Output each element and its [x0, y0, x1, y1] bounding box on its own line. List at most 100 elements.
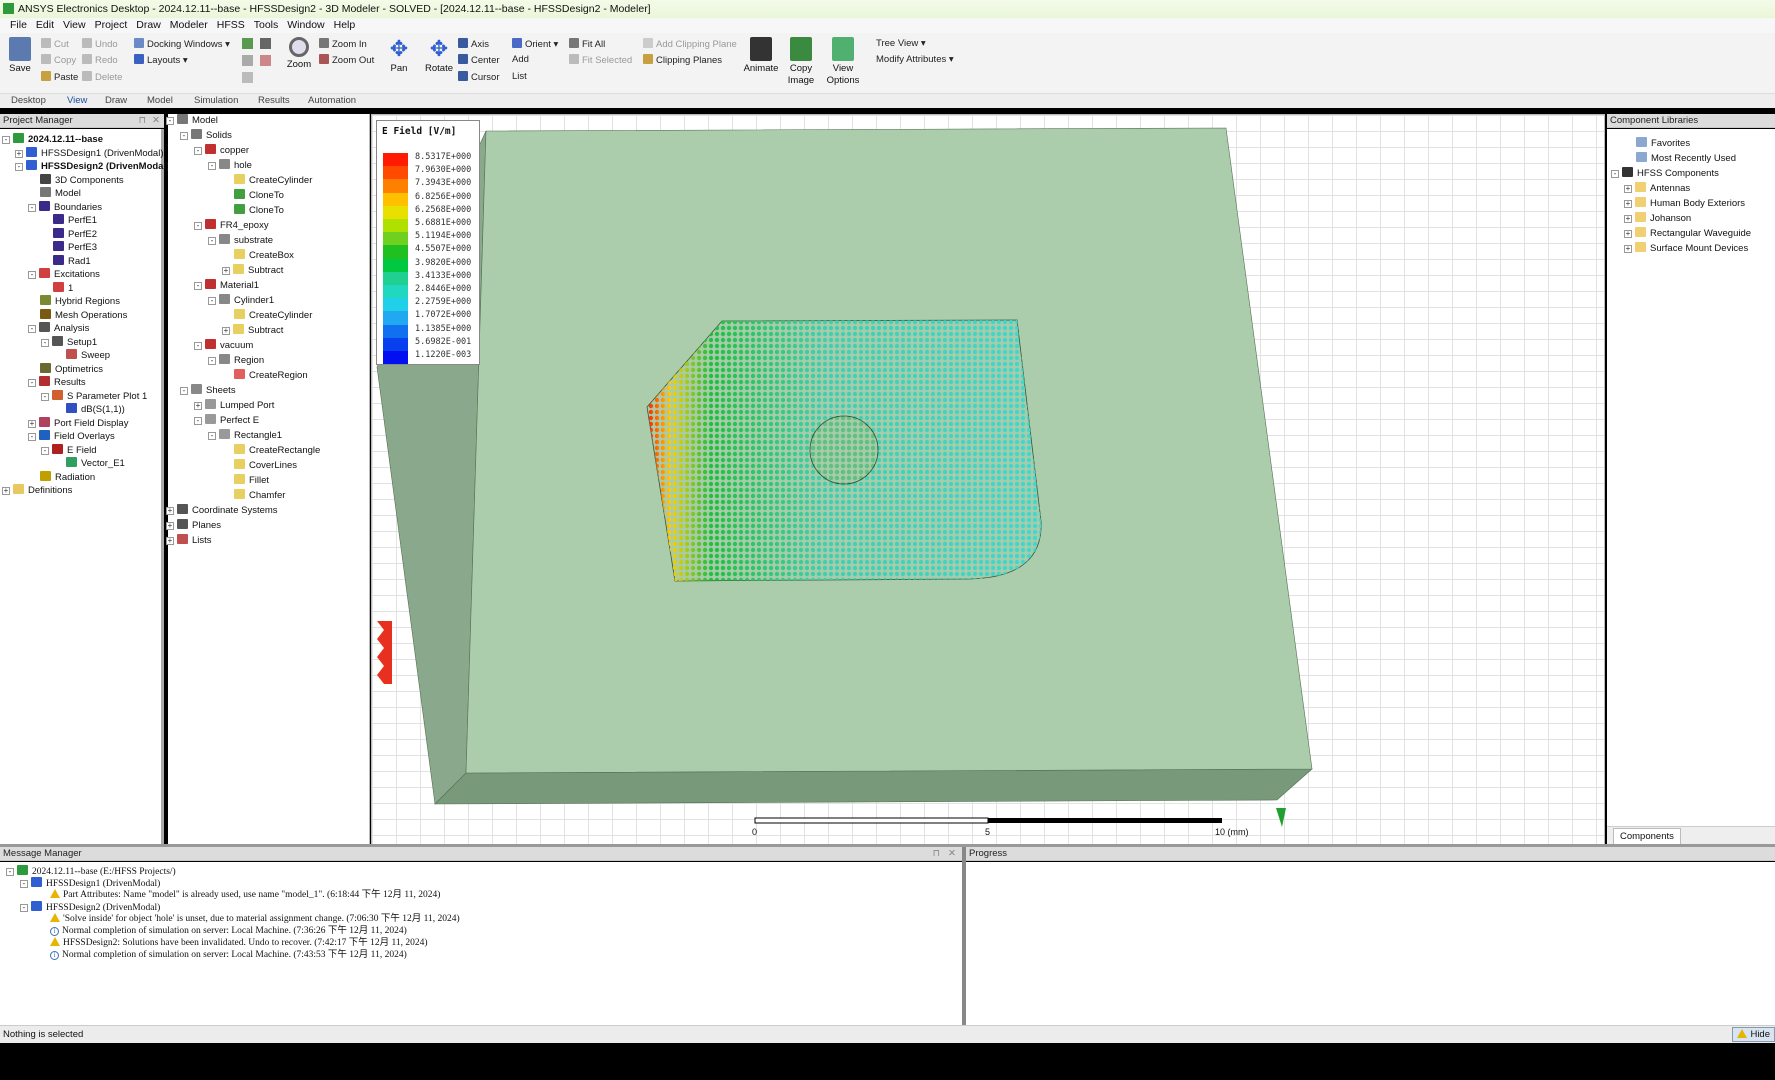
menu-tools[interactable]: Tools [254, 19, 279, 31]
tree-item[interactable]: Rad1 [41, 254, 91, 268]
fit-selected-button[interactable]: Fit Selected [569, 54, 632, 66]
tree-item[interactable]: + Definitions [2, 484, 72, 497]
collapse-icon[interactable]: - [208, 297, 216, 305]
collapse-icon[interactable]: - [180, 387, 188, 395]
tree-item[interactable]: - vacuum [194, 339, 253, 352]
tree-item[interactable]: - S Parameter Plot 1 [41, 389, 147, 403]
tree-item[interactable]: - Setup1 [41, 335, 97, 349]
message-row[interactable]: 'Solve inside' for object 'hole' is unse… [50, 913, 460, 925]
tree-item[interactable]: - substrate [208, 234, 273, 247]
modify-attributes-button[interactable]: Modify Attributes ▾ [876, 54, 954, 65]
collapse-icon[interactable]: - [28, 271, 36, 279]
tree-item[interactable]: Model [28, 187, 81, 200]
tree-item[interactable]: - Boundaries [28, 200, 102, 214]
collapse-icon[interactable]: - [208, 432, 216, 440]
expand-icon[interactable]: + [2, 487, 10, 495]
collapse-icon[interactable]: - [20, 904, 28, 912]
tree-item[interactable]: - Solids [180, 129, 232, 142]
collapse-icon[interactable]: - [194, 342, 202, 350]
message-row[interactable]: - HFSSDesign1 (DrivenModal) [20, 877, 160, 889]
tree-item[interactable]: Most Recently Used [1624, 152, 1736, 165]
collapse-icon[interactable]: - [208, 162, 216, 170]
collapse-icon[interactable]: - [28, 203, 36, 212]
save-button[interactable]: Save [2, 37, 38, 75]
tree-item[interactable]: PerfE3 [41, 241, 97, 254]
expand-icon[interactable]: + [166, 522, 174, 530]
collapse-icon[interactable]: - [194, 222, 202, 230]
collapse-icon[interactable]: - [28, 325, 36, 333]
tree-item[interactable]: Hybrid Regions [28, 295, 120, 308]
render-icon[interactable] [260, 38, 271, 49]
tree-item[interactable]: + Johanson [1624, 212, 1691, 225]
tree-item[interactable]: - Excitations [28, 268, 100, 281]
collapse-icon[interactable]: - [28, 379, 36, 387]
expand-icon[interactable]: + [166, 507, 174, 515]
components-tab[interactable]: Components [1613, 828, 1681, 845]
tree-item[interactable]: 3D Components [28, 173, 124, 187]
tree-item[interactable]: - FR4_epoxy [194, 219, 269, 232]
expand-icon[interactable]: + [222, 267, 230, 275]
expand-icon[interactable]: + [194, 402, 202, 410]
collapse-icon[interactable]: - [28, 433, 36, 441]
collapse-icon[interactable]: - [41, 446, 49, 455]
message-row[interactable]: i Normal completion of simulation on serv… [50, 949, 407, 961]
tree-item[interactable]: + Coordinate Systems [166, 504, 278, 517]
hide-icon[interactable] [242, 55, 253, 66]
center-button[interactable]: Center [458, 54, 500, 66]
tree-item[interactable]: - Material1 [194, 279, 259, 292]
expand-icon[interactable]: + [1624, 185, 1632, 193]
active-view-icon[interactable] [242, 72, 253, 83]
menu-draw[interactable]: Draw [136, 19, 161, 31]
collapse-icon[interactable]: - [194, 417, 202, 425]
tree-item[interactable]: CloneTo [222, 189, 284, 202]
tree-item[interactable]: - HFSS Components [1611, 167, 1719, 180]
list-button[interactable]: List [512, 71, 527, 82]
expand-icon[interactable]: + [166, 537, 174, 545]
view-options-button[interactable]: View Options [825, 37, 861, 87]
tab-results[interactable]: Results [258, 95, 290, 106]
tree-item[interactable]: Mesh Operations [28, 308, 127, 322]
close-icon[interactable]: ✕ [152, 114, 160, 128]
tree-item[interactable]: 1 [41, 281, 73, 295]
close-icon[interactable]: ✕ [948, 847, 956, 861]
redo-button[interactable]: Redo [82, 54, 118, 66]
clipping-planes-button[interactable]: Clipping Planes [643, 54, 722, 66]
tree-item[interactable]: - E Field [41, 443, 97, 457]
menu-view[interactable]: View [63, 19, 86, 31]
tree-item[interactable]: + Subtract [222, 324, 283, 337]
tree-item[interactable]: CreateRectangle [222, 444, 320, 457]
collapse-icon[interactable]: - [194, 147, 202, 155]
tree-item[interactable]: Optimetrics [28, 362, 103, 376]
tree-item[interactable]: - Cylinder1 [208, 294, 274, 307]
expand-icon[interactable]: + [222, 327, 230, 335]
tree-item[interactable]: Vector_E1 [54, 457, 125, 470]
tree-item[interactable]: CreateCylinder [222, 309, 312, 322]
message-row[interactable]: HFSSDesign2: Solutions have been invalid… [50, 937, 428, 949]
axis-button[interactable]: Axis [458, 38, 489, 50]
tree-item[interactable]: + Antennas [1624, 182, 1690, 195]
collapse-icon[interactable]: - [20, 880, 28, 888]
zoom-in-button[interactable]: Zoom In [319, 38, 367, 50]
zoom-out-button[interactable]: Zoom Out [319, 54, 374, 66]
menu-hfss[interactable]: HFSS [217, 19, 245, 31]
tree-item[interactable]: - Sheets [180, 384, 236, 397]
tab-desktop[interactable]: Desktop [11, 95, 46, 106]
collapse-icon[interactable]: - [194, 282, 202, 290]
tree-item[interactable]: dB(S(1,1)) [54, 403, 125, 416]
tree-item[interactable]: + Subtract [222, 264, 283, 277]
tree-item[interactable]: - Results [28, 376, 86, 389]
expand-icon[interactable]: + [15, 149, 23, 158]
collapse-icon[interactable]: - [41, 338, 49, 347]
show-icon[interactable] [260, 55, 271, 66]
tree-item[interactable]: - Region [208, 354, 264, 367]
delete-button[interactable]: Delete [82, 71, 122, 83]
cut-button[interactable]: Cut [41, 38, 69, 50]
cursor-button[interactable]: Cursor [458, 71, 500, 83]
tree-item[interactable]: - Rectangle1 [208, 429, 282, 442]
tree-item[interactable]: + Surface Mount Devices [1624, 242, 1748, 255]
tree-item[interactable]: - 2024.12.11--base [2, 133, 103, 146]
field-legend[interactable]: E Field [V/m] 8.5317E+000 7.9630E+000 7.39… [376, 120, 480, 365]
menu-project[interactable]: Project [95, 19, 128, 31]
tree-item[interactable]: CreateRegion [222, 369, 308, 382]
tree-item[interactable]: Favorites [1624, 137, 1690, 150]
